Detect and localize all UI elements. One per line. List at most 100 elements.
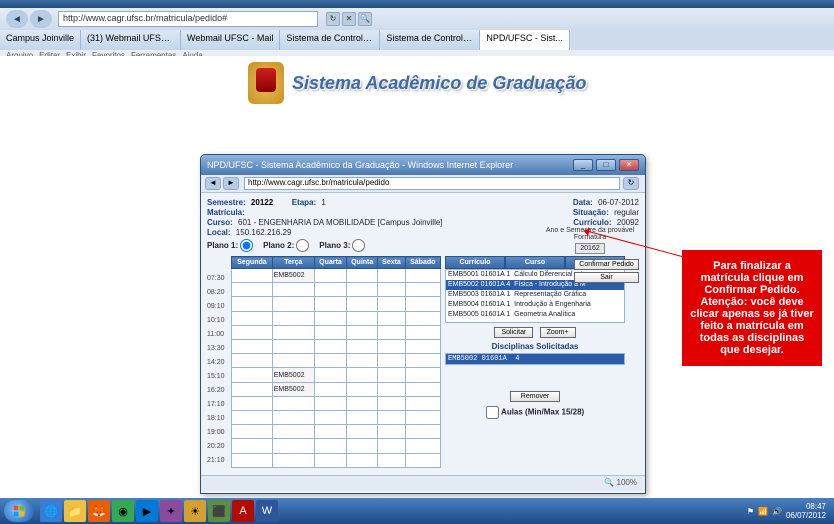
schedule-cell[interactable] [272, 425, 314, 439]
schedule-cell[interactable] [405, 368, 440, 382]
schedule-cell[interactable] [378, 283, 405, 297]
schedule-cell[interactable] [346, 325, 377, 339]
schedule-cell[interactable] [272, 396, 314, 410]
solicitar-button[interactable]: Solicitar [494, 327, 533, 338]
sair-button[interactable]: Sair [574, 272, 639, 283]
schedule-cell[interactable] [272, 297, 314, 311]
schedule-cell[interactable] [314, 453, 346, 467]
schedule-cell[interactable] [232, 396, 273, 410]
plano2-radio[interactable]: Plano 2: [263, 239, 309, 252]
taskbar-ie-icon[interactable]: 🌐 [40, 500, 62, 522]
schedule-cell[interactable] [405, 311, 440, 325]
schedule-cell[interactable] [232, 297, 273, 311]
schedule-cell[interactable] [272, 411, 314, 425]
selected-course[interactable]: EMB5002 01601A 4 [445, 353, 625, 365]
schedule-cell[interactable] [346, 396, 377, 410]
stop-icon[interactable]: ✕ [342, 12, 356, 26]
browser-tab[interactable]: NPD/UFSC - Sist... [480, 30, 570, 50]
taskbar-clock[interactable]: 08:47 06/07/2012 [786, 502, 826, 520]
taskbar-pdf-icon[interactable]: A [232, 500, 254, 522]
refresh-icon[interactable]: ↻ [326, 12, 340, 26]
schedule-cell[interactable] [346, 368, 377, 382]
remover-button[interactable]: Remover [510, 391, 560, 402]
tray-sound-icon[interactable]: 🔊 [772, 507, 782, 516]
taskbar-chrome-icon[interactable]: ◉ [112, 500, 134, 522]
schedule-cell[interactable] [232, 453, 273, 467]
schedule-cell[interactable] [405, 453, 440, 467]
browser-tab[interactable]: Campus Joinville [0, 30, 81, 50]
schedule-cell[interactable] [405, 269, 440, 283]
schedule-cell[interactable] [378, 396, 405, 410]
schedule-cell[interactable] [346, 283, 377, 297]
taskbar-app3-icon[interactable]: ⬛ [208, 500, 230, 522]
schedule-cell[interactable] [378, 297, 405, 311]
taskbar-word-icon[interactable]: W [256, 500, 278, 522]
popup-forward-button[interactable]: ► [223, 177, 239, 190]
aulas-checkbox[interactable] [486, 406, 499, 419]
schedule-cell[interactable] [232, 269, 273, 283]
schedule-cell[interactable] [346, 269, 377, 283]
schedule-cell[interactable] [272, 354, 314, 368]
schedule-cell[interactable] [272, 340, 314, 354]
forward-button[interactable]: ► [30, 10, 52, 28]
schedule-cell[interactable] [405, 340, 440, 354]
schedule-cell[interactable] [405, 297, 440, 311]
close-button[interactable]: ✕ [619, 159, 639, 171]
schedule-cell[interactable] [405, 354, 440, 368]
schedule-cell[interactable] [272, 453, 314, 467]
address-bar[interactable]: http://www.cagr.ufsc.br/matricula/pedido… [58, 11, 318, 27]
schedule-cell[interactable] [378, 340, 405, 354]
browser-tab[interactable]: (31) Webmail UFSC ... [81, 30, 181, 50]
schedule-cell[interactable] [346, 411, 377, 425]
schedule-cell[interactable] [378, 354, 405, 368]
start-button[interactable] [4, 500, 34, 522]
schedule-cell[interactable]: EMB5002 [272, 269, 314, 283]
taskbar-app2-icon[interactable]: ☀ [184, 500, 206, 522]
schedule-cell[interactable] [378, 453, 405, 467]
schedule-cell[interactable] [232, 411, 273, 425]
schedule-cell[interactable] [272, 439, 314, 453]
taskbar-app1-icon[interactable]: ✦ [160, 500, 182, 522]
plano3-radio[interactable]: Plano 3: [319, 239, 365, 252]
schedule-cell[interactable] [314, 325, 346, 339]
schedule-cell[interactable] [378, 439, 405, 453]
schedule-cell[interactable] [346, 354, 377, 368]
course-row[interactable]: EMB5004 01601A 1 Introdução à Engenharia [446, 300, 624, 310]
schedule-cell[interactable]: EMB5002 [272, 368, 314, 382]
search-icon[interactable]: 🔍 [358, 12, 372, 26]
schedule-cell[interactable] [232, 340, 273, 354]
schedule-cell[interactable] [272, 325, 314, 339]
tray-flag-icon[interactable]: ⚑ [747, 507, 754, 516]
schedule-cell[interactable] [232, 311, 273, 325]
schedule-cell[interactable] [346, 425, 377, 439]
taskbar-firefox-icon[interactable]: 🦊 [88, 500, 110, 522]
schedule-cell[interactable] [346, 453, 377, 467]
tray-network-icon[interactable]: 📶 [758, 507, 768, 516]
schedule-cell[interactable] [378, 269, 405, 283]
schedule-cell[interactable] [314, 297, 346, 311]
schedule-cell[interactable] [346, 439, 377, 453]
schedule-cell[interactable] [232, 425, 273, 439]
schedule-cell[interactable] [378, 368, 405, 382]
schedule-cell[interactable] [405, 425, 440, 439]
schedule-cell[interactable] [314, 439, 346, 453]
schedule-cell[interactable] [346, 311, 377, 325]
schedule-cell[interactable]: EMB5002 [272, 382, 314, 396]
schedule-cell[interactable] [232, 354, 273, 368]
schedule-cell[interactable] [405, 411, 440, 425]
schedule-cell[interactable] [314, 425, 346, 439]
course-row[interactable]: EMB5005 01601A 1 Geometria Analítica [446, 310, 624, 320]
panel-tab[interactable]: Curso [505, 256, 565, 269]
taskbar-media-icon[interactable]: ▶ [136, 500, 158, 522]
popup-refresh-icon[interactable]: ↻ [623, 177, 639, 190]
schedule-cell[interactable] [314, 411, 346, 425]
schedule-cell[interactable] [232, 283, 273, 297]
back-button[interactable]: ◄ [6, 10, 28, 28]
zoom-button[interactable]: Zoom+ [540, 327, 576, 338]
schedule-cell[interactable] [232, 382, 273, 396]
minimize-button[interactable]: _ [573, 159, 593, 171]
schedule-cell[interactable] [272, 283, 314, 297]
popup-back-button[interactable]: ◄ [205, 177, 221, 190]
schedule-cell[interactable] [346, 340, 377, 354]
schedule-cell[interactable] [346, 297, 377, 311]
